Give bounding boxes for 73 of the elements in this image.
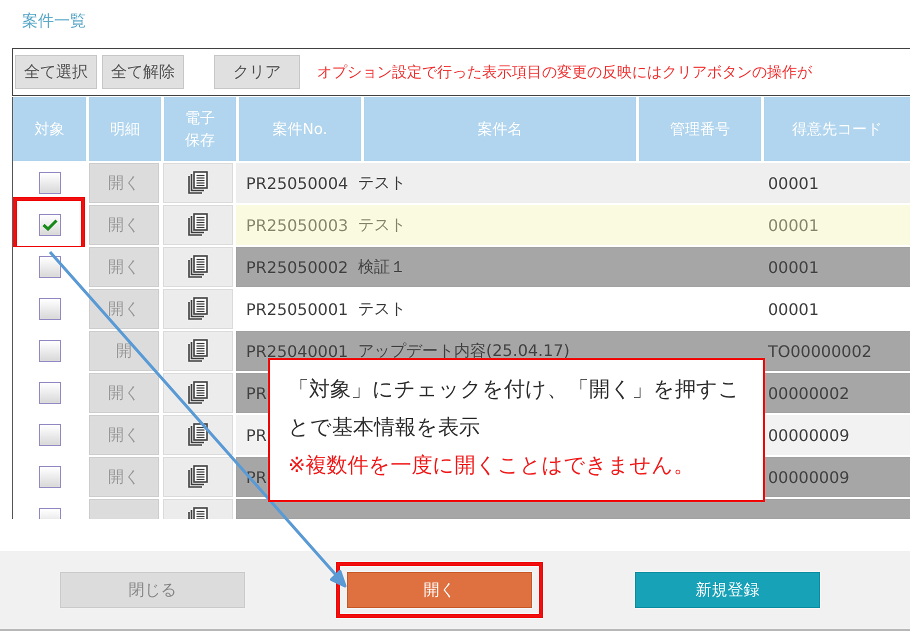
table-cell: 00001 bbox=[768, 300, 819, 318]
table-cell: 00001 bbox=[768, 216, 819, 234]
table-cell: アップデート内容(25.04.17) bbox=[358, 340, 570, 360]
register-button[interactable]: 新規登録 bbox=[635, 572, 820, 608]
toolbar-button[interactable]: 全て選択 bbox=[15, 55, 97, 89]
document-button[interactable] bbox=[163, 457, 233, 497]
toolbar-button[interactable]: クリア bbox=[214, 55, 300, 89]
column-header: 案件名 bbox=[364, 97, 636, 161]
notice-text: オプション設定で行った表示項目の変更の反映にはクリアボタンの操作が bbox=[317, 62, 812, 82]
checkbox[interactable] bbox=[38, 340, 60, 362]
table-cell: PR bbox=[246, 426, 267, 444]
table-cell: PR bbox=[246, 384, 267, 402]
document-button[interactable] bbox=[163, 373, 233, 413]
documents-icon bbox=[187, 381, 209, 405]
documents-icon bbox=[187, 171, 209, 195]
table-cell: PR25050004 bbox=[246, 174, 348, 192]
documents-icon bbox=[187, 423, 209, 447]
document-button[interactable] bbox=[163, 289, 233, 329]
documents-icon bbox=[187, 297, 209, 321]
table-cell: テスト bbox=[358, 214, 406, 234]
table-cell: 00000002 bbox=[768, 384, 850, 402]
page-title: 案件一覧 bbox=[21, 10, 87, 32]
table-cell: PR25050002 bbox=[246, 258, 348, 276]
check-icon bbox=[42, 219, 58, 231]
table-cell: テスト bbox=[358, 172, 406, 192]
checkbox[interactable] bbox=[38, 214, 60, 236]
open-button[interactable]: 開く bbox=[89, 163, 159, 203]
column-header: 得意先コード bbox=[764, 97, 910, 161]
table-cell: TO00000002 bbox=[768, 342, 872, 360]
toolbar-button[interactable]: 全て解除 bbox=[102, 55, 184, 89]
document-button[interactable] bbox=[163, 415, 233, 455]
table-row[interactable]: PR25050002 検証１ 00001 bbox=[236, 247, 910, 287]
checkbox[interactable] bbox=[38, 256, 60, 278]
table-cell: テスト bbox=[358, 298, 406, 318]
open-button[interactable]: 開く bbox=[347, 572, 532, 608]
open-button[interactable]: 開く bbox=[89, 247, 159, 287]
checkbox[interactable] bbox=[38, 382, 60, 404]
open-button[interactable]: 開く bbox=[89, 289, 159, 329]
checkbox[interactable] bbox=[38, 424, 60, 446]
checkbox[interactable] bbox=[38, 172, 60, 194]
checkbox[interactable] bbox=[38, 298, 60, 320]
document-button[interactable] bbox=[163, 205, 233, 245]
column-header: 対象 bbox=[13, 97, 86, 161]
column-header: 明細 bbox=[89, 97, 161, 161]
open-button[interactable]: 開く bbox=[89, 205, 159, 245]
documents-icon bbox=[187, 213, 209, 237]
close-button[interactable]: 閉じる bbox=[60, 572, 245, 608]
column-header: 管理番号 bbox=[639, 97, 761, 161]
callout-text: 「対象」にチェックを付け、「開く」を押すことで基本情報を表示 bbox=[288, 376, 741, 441]
callout-note: ※複数件を一度に開くことはできません。 bbox=[288, 452, 696, 479]
table-cell: PR25050001 bbox=[246, 300, 348, 318]
table-row[interactable]: PR25050004 テスト 00001 bbox=[236, 163, 910, 203]
documents-icon bbox=[187, 339, 209, 363]
open-button[interactable]: 開く bbox=[89, 415, 159, 455]
open-button[interactable]: 開く bbox=[89, 457, 159, 497]
column-header: 電子保存 bbox=[164, 97, 236, 161]
document-button[interactable] bbox=[163, 247, 233, 287]
documents-icon bbox=[187, 465, 209, 489]
open-button[interactable]: 開 bbox=[89, 331, 159, 371]
open-button[interactable]: 開く bbox=[89, 373, 159, 413]
table-cell: 検証１ bbox=[358, 256, 406, 276]
table-cell: 00000009 bbox=[768, 426, 850, 444]
document-button[interactable] bbox=[163, 163, 233, 203]
table-cell: 00000009 bbox=[768, 468, 850, 486]
table-cell: PR25040001 bbox=[246, 342, 348, 360]
document-button[interactable] bbox=[163, 331, 233, 371]
checkbox[interactable] bbox=[38, 466, 60, 488]
table-cell: 00001 bbox=[768, 174, 819, 192]
column-header: 案件No. bbox=[239, 97, 361, 161]
table-row[interactable]: PR25050003 テスト 00001 bbox=[236, 205, 910, 245]
table-cell: 00001 bbox=[768, 258, 819, 276]
table-cell: PR25050003 bbox=[246, 216, 348, 234]
documents-icon bbox=[187, 255, 209, 279]
